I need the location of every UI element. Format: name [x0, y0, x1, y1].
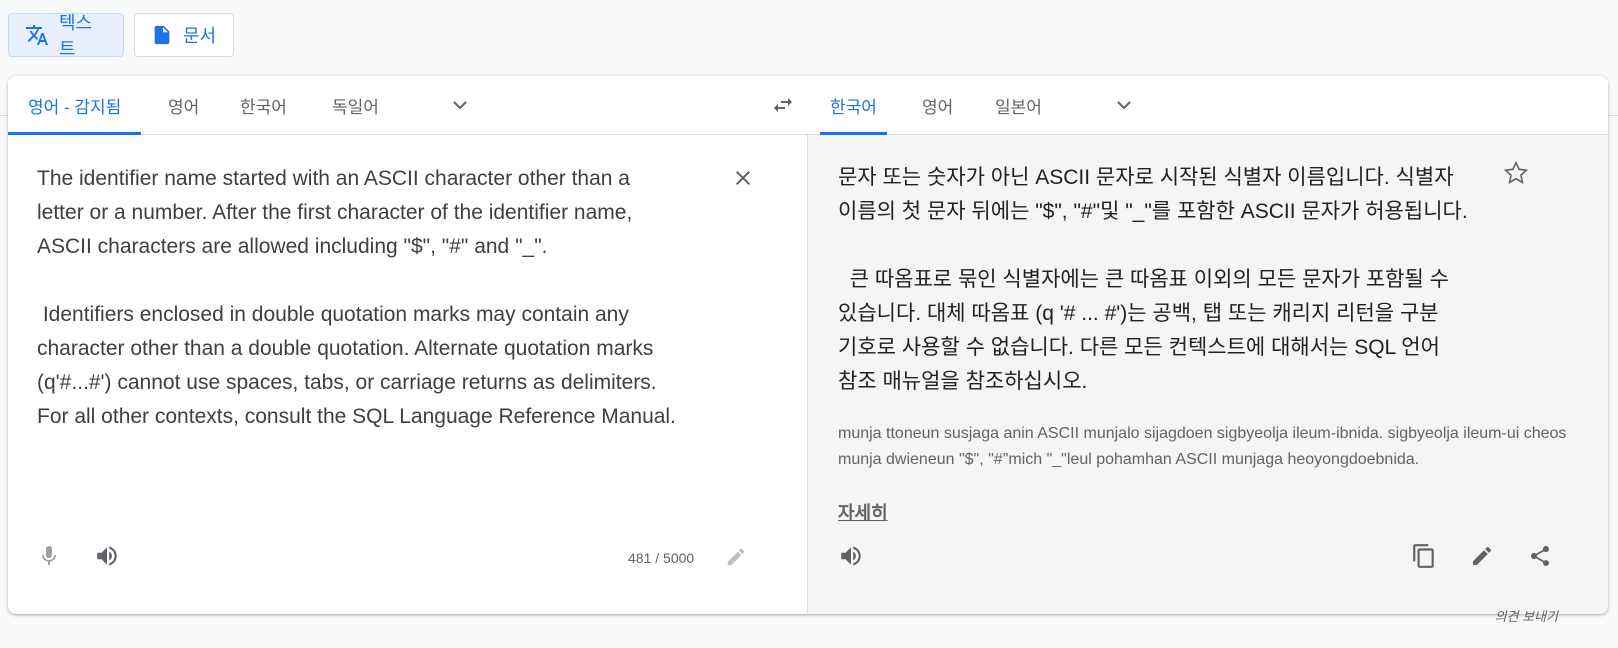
document-icon	[151, 24, 173, 46]
source-lang-more-chevron-icon[interactable]	[448, 93, 472, 117]
share-translation-button[interactable]	[1526, 542, 1554, 570]
translator-card: 영어 - 감지됨 영어 한국어 독일어 한국어 영어 일본어 The ident…	[8, 76, 1608, 614]
target-lang-tab-japanese[interactable]: 일본어	[995, 76, 1042, 134]
listen-translation-button[interactable]	[837, 542, 865, 570]
copy-icon	[1413, 544, 1434, 568]
source-text-area[interactable]: The identifier name started with an ASCI…	[37, 162, 717, 434]
text-mode-button[interactable]: 텍스트	[8, 13, 124, 59]
source-lang-tab-german[interactable]: 독일어	[332, 76, 379, 134]
target-lang-more-chevron-icon[interactable]	[1112, 93, 1136, 117]
suggest-edit-button[interactable]	[1468, 542, 1496, 570]
pencil-icon	[727, 548, 745, 566]
romanization-text: munja ttoneun susjaga anin ASCII munjalo…	[838, 425, 1567, 468]
target-lang-tab-korean[interactable]: 한국어	[820, 76, 887, 135]
text-mode-label: 텍스트	[59, 13, 93, 59]
source-lang-tab-english[interactable]: 영어	[168, 76, 199, 134]
more-details-link[interactable]: 자세히	[838, 499, 888, 525]
language-bar: 영어 - 감지됨 영어 한국어 독일어 한국어 영어 일본어	[8, 76, 1608, 135]
target-pane: 문자 또는 숫자가 아닌 ASCII 문자로 시작된 식별자 이름입니다. 식별…	[808, 135, 1608, 614]
swap-languages-icon[interactable]	[770, 93, 796, 117]
translate-icon	[25, 23, 49, 47]
listen-source-button[interactable]	[93, 542, 121, 570]
speaker-icon	[841, 546, 861, 566]
star-icon	[1503, 160, 1529, 184]
character-count: 481 / 5000	[628, 550, 695, 566]
document-mode-button[interactable]: 문서	[134, 13, 234, 57]
save-translation-button[interactable]	[1502, 159, 1530, 187]
microphone-icon	[42, 546, 56, 565]
copy-translation-button[interactable]	[1410, 542, 1438, 570]
close-icon	[736, 171, 750, 185]
send-feedback-link[interactable]: 의견 보내기	[1495, 606, 1558, 625]
voice-input-button[interactable]	[35, 542, 63, 570]
target-lang-tab-english[interactable]: 영어	[922, 76, 953, 134]
document-mode-label: 문서	[183, 26, 217, 46]
source-lang-tab-detected[interactable]: 영어 - 감지됨	[8, 76, 142, 135]
source-lang-tab-korean[interactable]: 한국어	[240, 76, 287, 134]
share-icon	[1531, 546, 1549, 566]
translated-text: 문자 또는 숫자가 아닌 ASCII 문자로 시작된 식별자 이름입니다. 식별…	[838, 166, 1468, 393]
pencil-icon	[1473, 546, 1492, 565]
speaker-icon	[97, 546, 117, 566]
clear-source-button[interactable]	[729, 164, 757, 192]
edit-source-button[interactable]	[722, 543, 750, 571]
